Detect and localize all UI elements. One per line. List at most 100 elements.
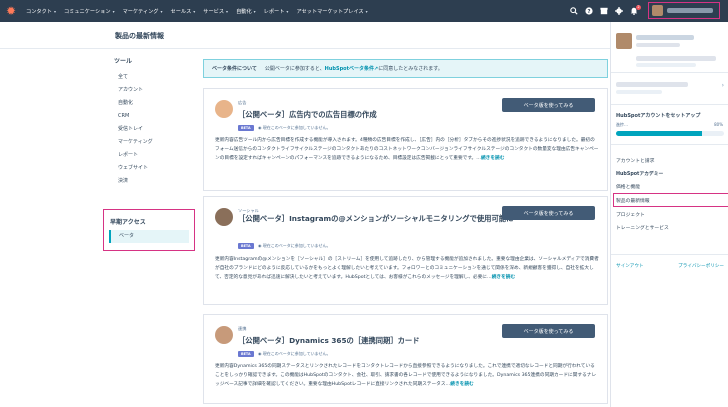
nav-icon-group: ? 2: [565, 0, 641, 22]
read-more-link[interactable]: 続きを読む: [481, 156, 504, 161]
menu-divider: [611, 254, 728, 255]
avatar: [616, 33, 632, 49]
account-id-redacted: [616, 90, 662, 94]
chevron-down-icon: ▾: [53, 8, 56, 14]
sidebar-item-inbox[interactable]: 受信トレイ: [110, 123, 196, 136]
setup-title[interactable]: HubSpotアカウントをセットアップ: [616, 112, 700, 119]
chevron-down-icon: ▾: [193, 8, 196, 14]
account-dropdown-menu: › HubSpotアカウントをセットアップ 進捗… 80% アカウントと請求 H…: [610, 22, 728, 407]
svg-text:?: ?: [587, 9, 590, 15]
banner-title: ベータ条件について: [212, 66, 257, 72]
menu-item-projects[interactable]: プロジェクト: [616, 211, 645, 218]
profile-detail-redacted: [636, 56, 716, 61]
profile-detail-redacted: [636, 63, 696, 67]
chevron-down-icon: ▾: [365, 8, 368, 14]
sign-out-link[interactable]: サインアウト: [616, 263, 644, 269]
early-access-section: 早期アクセス ベータ: [103, 209, 195, 251]
bell-icon[interactable]: 2: [628, 5, 641, 17]
sidebar: ツール 全て アカウント 自動化 CRM 受信トレイ マーケティング レポート …: [110, 56, 196, 188]
setup-status: 進捗…: [616, 122, 628, 127]
menu-item-training-services[interactable]: トレーニングとサービス: [616, 224, 669, 231]
menu-divider: [611, 104, 728, 105]
setup-percent: 80%: [714, 122, 723, 127]
update-card-ads: 広告 ［公開ベータ］広告内での広告目標の作成 BETA ◉ 現在このベータに参加…: [203, 88, 608, 191]
search-icon[interactable]: [568, 5, 580, 17]
marketplace-icon[interactable]: [598, 5, 610, 17]
nav-item-reports[interactable]: レポート ▾: [264, 8, 289, 15]
try-beta-button[interactable]: ベータ版を使ってみる: [502, 98, 595, 112]
help-icon[interactable]: ?: [583, 5, 595, 17]
card-author-avatar: [215, 326, 233, 344]
menu-item-academy[interactable]: HubSpotアカデミー: [616, 170, 663, 177]
privacy-policy-link[interactable]: プライバシーポリシー: [678, 263, 724, 269]
card-description: 更新内容Instagramの@メンションを［ソーシャル］の［ストリーム］を使用し…: [215, 257, 599, 280]
beta-badge: BETA: [238, 243, 254, 249]
sidebar-item-payments[interactable]: 決済: [110, 175, 196, 188]
menu-item-product-updates[interactable]: 製品の最新情報: [616, 197, 650, 204]
user-email-redacted: [636, 43, 680, 47]
sidebar-item-crm[interactable]: CRM: [110, 110, 196, 123]
participation-status: ◉ 現在このベータに参加していません。: [258, 351, 331, 356]
card-title[interactable]: ［公開ベータ］広告内での広告目標の作成: [238, 110, 523, 120]
account-name-redacted: [616, 82, 688, 87]
nav-item-contacts[interactable]: コンタクト ▾: [26, 8, 56, 15]
nav-item-sales[interactable]: セールス ▾: [171, 8, 196, 15]
hubspot-logo-icon[interactable]: ✹: [0, 0, 22, 22]
sidebar-item-marketing[interactable]: マーケティング: [110, 136, 196, 149]
nav-item-asset-marketplace[interactable]: アセットマーケットプレイス ▾: [296, 8, 367, 15]
sidebar-item-beta[interactable]: ベータ: [109, 230, 189, 243]
beta-terms-banner: ベータ条件について 公開ベータに参加すると、 HubSpotベータ条件 ↗ に同…: [203, 59, 608, 78]
chevron-down-icon: ▾: [253, 8, 256, 14]
menu-divider: [611, 144, 728, 145]
card-title[interactable]: ［公開ベータ］Dynamics 365の［連携同期］カード: [238, 336, 523, 346]
nav-item-marketing[interactable]: マーケティング ▾: [123, 8, 163, 15]
sidebar-item-account[interactable]: アカウント: [110, 84, 196, 97]
account-profile[interactable]: [616, 29, 724, 69]
avatar: [652, 5, 663, 16]
sidebar-item-reports[interactable]: レポート: [110, 149, 196, 162]
nav-item-communications[interactable]: コミュニケーション ▾: [64, 8, 115, 15]
beta-badge: BETA: [238, 125, 254, 131]
main-menu: コンタクト ▾ コミュニケーション ▾ マーケティング ▾ セールス ▾ サービス ▾ 自…: [26, 8, 376, 15]
card-author-avatar: [215, 208, 233, 226]
chevron-right-icon: ›: [721, 82, 724, 89]
beta-badge: BETA: [238, 351, 254, 357]
sidebar-item-automation[interactable]: 自動化: [110, 97, 196, 110]
setup-progress-bar: [616, 131, 724, 136]
card-author-avatar: [215, 100, 233, 118]
card-category: 広告: [238, 100, 247, 105]
try-beta-button[interactable]: ベータ版を使ってみる: [502, 324, 595, 338]
card-title[interactable]: ［公開ベータ］Instagramの@メンションがソーシャルモニタリングで使用可能…: [238, 214, 523, 224]
account-menu-button[interactable]: [648, 2, 720, 19]
chevron-down-icon: ▾: [226, 8, 229, 14]
read-more-link[interactable]: 続きを読む: [450, 382, 473, 387]
dropdown-footer: サインアウト プライバシーポリシー: [616, 263, 724, 269]
nav-item-automation[interactable]: 自動化 ▾: [236, 8, 256, 15]
participation-status: ◉ 現在このベータに参加していません。: [258, 243, 331, 248]
settings-icon[interactable]: [613, 5, 625, 17]
chevron-down-icon: ▾: [160, 8, 163, 14]
beta-terms-link[interactable]: HubSpotベータ条件: [325, 65, 374, 72]
try-beta-button[interactable]: ベータ版を使ってみる: [502, 206, 595, 220]
sidebar-heading-early-access: 早期アクセス: [110, 219, 146, 226]
update-card-integrations: 連携 ［公開ベータ］Dynamics 365の［連携同期］カード BETA ◉ …: [203, 314, 608, 404]
card-description: 更新内容Dynamics 365の同期ステータスとリンクされたレコードをコンタク…: [215, 364, 597, 387]
setup-progress-fill: [616, 131, 703, 136]
menu-divider: [611, 72, 728, 73]
chevron-down-icon: ▾: [286, 8, 289, 14]
menu-item-pricing[interactable]: 価格と機能: [616, 183, 640, 190]
chevron-down-icon: ▾: [112, 8, 115, 14]
card-category: 連携: [238, 326, 247, 331]
account-switcher[interactable]: ›: [616, 78, 724, 100]
read-more-link[interactable]: 続きを読む: [492, 275, 515, 280]
participation-status: ◉ 現在このベータに参加していません。: [258, 125, 331, 130]
banner-suffix: に同意したとみなされます。: [378, 66, 443, 72]
menu-item-account-billing[interactable]: アカウントと請求: [616, 157, 654, 164]
account-name-redacted: [667, 8, 713, 13]
sidebar-item-all[interactable]: 全て: [110, 71, 196, 84]
sidebar-item-website[interactable]: ウェブサイト: [110, 162, 196, 175]
nav-item-service[interactable]: サービス ▾: [203, 8, 228, 15]
notification-count-badge: 2: [636, 5, 641, 10]
header-divider: [0, 48, 610, 49]
sidebar-heading-tools: ツール: [114, 58, 133, 65]
